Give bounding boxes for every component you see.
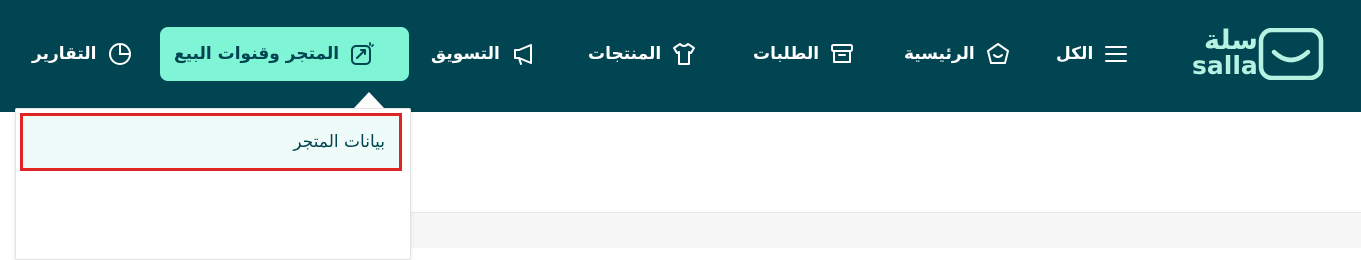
dropdown-pointer bbox=[354, 92, 384, 108]
pie-chart-icon bbox=[107, 41, 133, 67]
logo-text-english: salla bbox=[1192, 51, 1258, 80]
nav-item-marketing[interactable]: التسويق bbox=[431, 27, 536, 81]
nav-item-all[interactable]: الكل bbox=[1056, 27, 1129, 81]
orders-box-icon bbox=[829, 41, 855, 67]
dropdown-item-store-data[interactable]: بيانات المتجر bbox=[20, 113, 402, 171]
nav-item-home[interactable]: الرئيسية bbox=[904, 27, 1011, 81]
nav-item-reports[interactable]: التقارير bbox=[32, 27, 133, 81]
top-navigation-bar: سلة salla الكل الرئيسية الطلبات المنتجات… bbox=[0, 0, 1361, 112]
nav-label: الكل bbox=[1056, 44, 1094, 64]
nav-item-products[interactable]: المنتجات bbox=[588, 27, 697, 81]
nav-label: المتجر وقنوات البيع bbox=[174, 44, 340, 64]
tshirt-icon bbox=[671, 41, 697, 67]
nav-label: التقارير bbox=[32, 44, 97, 64]
nav-label: الرئيسية bbox=[904, 44, 975, 64]
nav-label: الطلبات bbox=[753, 44, 820, 64]
nav-item-orders[interactable]: الطلبات bbox=[753, 27, 855, 81]
store-channels-icon bbox=[349, 41, 375, 67]
dropdown-item-label: بيانات المتجر bbox=[293, 132, 385, 152]
nav-item-store-channels[interactable]: المتجر وقنوات البيع bbox=[160, 27, 409, 81]
menu-icon bbox=[1103, 41, 1129, 67]
salla-logo[interactable]: سلة salla bbox=[1192, 25, 1326, 84]
nav-label: المنتجات bbox=[588, 44, 662, 64]
store-channels-dropdown-menu: بيانات المتجر bbox=[15, 108, 411, 260]
nav-label: التسويق bbox=[431, 44, 500, 64]
home-icon bbox=[985, 41, 1011, 67]
content-area bbox=[409, 213, 1361, 248]
salla-bag-logo-icon bbox=[1258, 27, 1324, 81]
megaphone-icon bbox=[510, 41, 536, 67]
